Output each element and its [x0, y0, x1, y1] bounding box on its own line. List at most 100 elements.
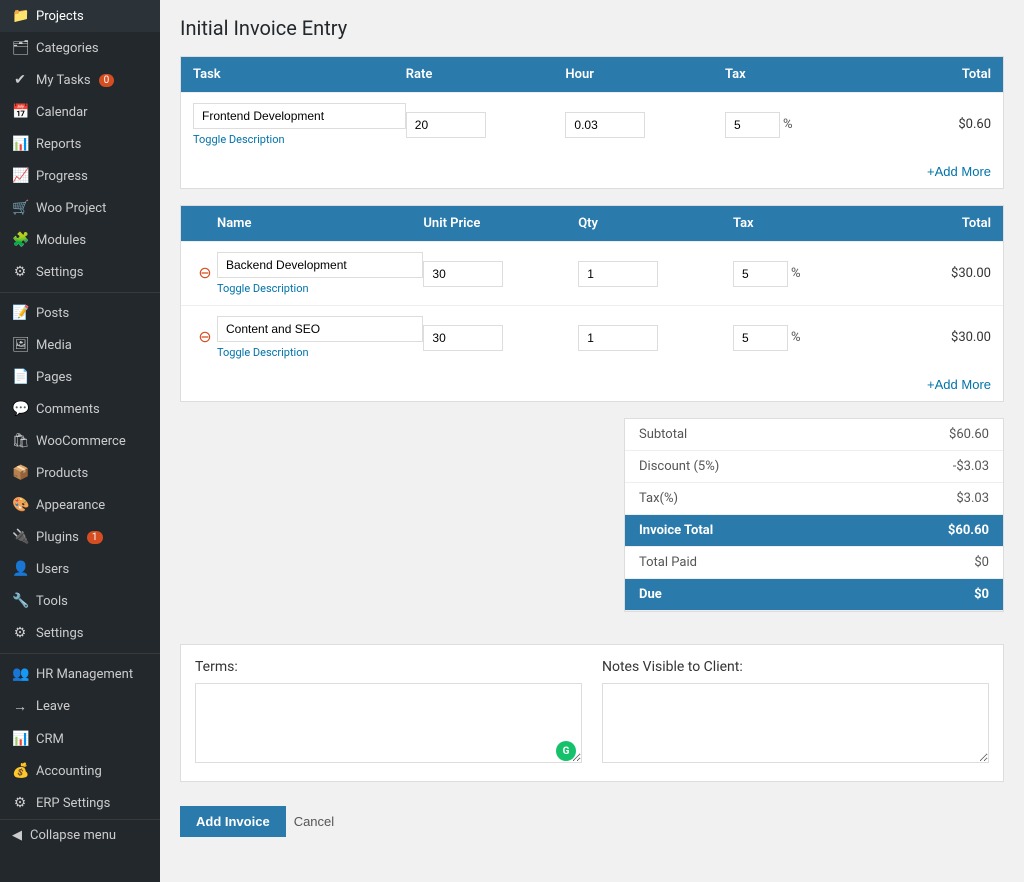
product-total-2: $30.00	[888, 330, 991, 345]
sidebar-item-pages[interactable]: 📄 Pages	[0, 361, 160, 393]
sidebar-item-users[interactable]: 👤 Users	[0, 553, 160, 585]
sidebar-item-media[interactable]: 🖼 Media	[0, 329, 160, 361]
tax-value: $3.03	[956, 491, 989, 506]
media-icon: 🖼	[12, 337, 28, 353]
tasks-table-header: Task Rate Hour Tax Total	[181, 57, 1003, 92]
product-unit-price-input-2[interactable]	[423, 325, 503, 351]
page-title: Initial Invoice Entry	[180, 16, 1004, 40]
product-qty-input-2[interactable]	[578, 325, 658, 351]
sidebar-item-plugins[interactable]: 🔌 Plugins 1	[0, 521, 160, 553]
sidebar-item-my-tasks[interactable]: ✔ My Tasks 0	[0, 64, 160, 96]
product-name-cell-1: Toggle Description	[217, 252, 423, 295]
add-invoice-button[interactable]: Add Invoice	[180, 806, 286, 837]
product-unit-price-input-1[interactable]	[423, 261, 503, 287]
users-icon: 👤	[12, 561, 28, 577]
notes-textarea[interactable]	[602, 683, 989, 763]
product-tax-input-1[interactable]	[733, 261, 788, 287]
reports-icon: 📊	[12, 136, 28, 152]
summary-invoice-total: Invoice Total $60.60	[625, 515, 1003, 547]
sidebar-item-erp-settings[interactable]: ⚙ ERP Settings	[0, 787, 160, 819]
toggle-description-link-2[interactable]: Toggle Description	[217, 346, 423, 359]
sidebar-item-posts[interactable]: 📝 Posts	[0, 297, 160, 329]
cancel-button[interactable]: Cancel	[294, 814, 334, 829]
sidebar-item-accounting[interactable]: 💰 Accounting	[0, 755, 160, 787]
products-col-total: Total	[888, 216, 991, 231]
products-col-qty: Qty	[578, 216, 733, 231]
product-unit-price-cell-1	[423, 261, 578, 287]
task-hour-input[interactable]	[565, 112, 645, 138]
crm-icon: 📊	[12, 731, 28, 747]
tasks-col-tax: Tax	[725, 67, 885, 82]
terms-textarea[interactable]	[195, 683, 582, 763]
terms-block: Terms: G	[195, 659, 582, 767]
subtotal-label: Subtotal	[639, 427, 687, 442]
product-qty-input-1[interactable]	[578, 261, 658, 287]
products-add-more-button[interactable]: +Add More	[927, 377, 991, 392]
task-tax-input[interactable]	[725, 112, 780, 138]
sidebar-item-crm[interactable]: 📊 CRM	[0, 723, 160, 755]
table-row: ⊖ Toggle Description % $30.00	[181, 305, 1003, 369]
sidebar-item-woocommerce[interactable]: 🛍 WooCommerce	[0, 425, 160, 457]
sidebar-item-hr-management[interactable]: 👥 HR Management	[0, 658, 160, 690]
woocommerce-icon: 🛍	[12, 433, 28, 449]
sidebar-item-settings[interactable]: ⚙ Settings	[0, 617, 160, 649]
form-footer: Add Invoice Cancel	[180, 798, 1004, 845]
product-tax-pct-1: %	[791, 266, 801, 281]
erp-settings-icon: ⚙	[12, 795, 28, 811]
sidebar-item-reports[interactable]: 📊 Reports	[0, 128, 160, 160]
sidebar-item-modules[interactable]: 🧩 Modules	[0, 224, 160, 256]
discount-value: -$3.03	[953, 459, 989, 474]
toggle-description-link[interactable]: Toggle Description	[193, 133, 406, 146]
notes-textarea-wrapper	[602, 683, 989, 767]
grammarly-icon: G	[556, 741, 576, 761]
remove-row-1-button[interactable]: ⊖	[193, 266, 217, 282]
products-icon: 📦	[12, 465, 28, 481]
product-tax-input-2[interactable]	[733, 325, 788, 351]
products-table-header: Name Unit Price Qty Tax Total	[181, 206, 1003, 241]
tasks-table-section: Task Rate Hour Tax Total Toggle Descript…	[180, 56, 1004, 189]
product-name-input-2[interactable]	[217, 316, 423, 342]
toggle-description-link-1[interactable]: Toggle Description	[217, 282, 423, 295]
sidebar-item-woo-project[interactable]: 🛒 Woo Project	[0, 192, 160, 224]
remove-row-2-button[interactable]: ⊖	[193, 330, 217, 346]
due-value: $0	[974, 587, 989, 602]
products-col-tax: Tax	[733, 216, 888, 231]
collapse-menu[interactable]: ◀ Collapse menu	[0, 819, 160, 851]
sidebar-divider-2	[0, 653, 160, 654]
tools-icon: 🔧	[12, 593, 28, 609]
notes-block: Notes Visible to Client:	[602, 659, 989, 767]
categories-icon: 🗂	[12, 40, 28, 56]
sidebar-item-appearance[interactable]: 🎨 Appearance	[0, 489, 160, 521]
sidebar-item-comments[interactable]: 💬 Comments	[0, 393, 160, 425]
tasks-add-more-button[interactable]: +Add More	[927, 164, 991, 179]
sidebar-item-settings-proj[interactable]: ⚙ Settings	[0, 256, 160, 288]
product-unit-price-cell-2	[423, 325, 578, 351]
discount-label: Discount (5%)	[639, 459, 719, 474]
progress-icon: 📈	[12, 168, 28, 184]
accounting-icon: 💰	[12, 763, 28, 779]
products-col-unit-price: Unit Price	[423, 216, 578, 231]
product-qty-cell-1	[578, 261, 733, 287]
sidebar-item-calendar[interactable]: 📅 Calendar	[0, 96, 160, 128]
tasks-col-hour: Hour	[565, 67, 725, 82]
sidebar-item-progress[interactable]: 📈 Progress	[0, 160, 160, 192]
posts-icon: 📝	[12, 305, 28, 321]
sidebar-item-projects[interactable]: 📁 Projects	[0, 0, 160, 32]
settings-proj-icon: ⚙	[12, 264, 28, 280]
calendar-icon: 📅	[12, 104, 28, 120]
sidebar-item-categories[interactable]: 🗂 Categories	[0, 32, 160, 64]
summary-discount: Discount (5%) -$3.03	[625, 451, 1003, 483]
product-total-1: $30.00	[888, 266, 991, 281]
task-name-input[interactable]	[193, 103, 406, 129]
sidebar-item-leave[interactable]: → Leave	[0, 690, 160, 723]
task-rate-input[interactable]	[406, 112, 486, 138]
products-col-name: Name	[217, 216, 423, 231]
products-col-remove-header	[193, 216, 217, 231]
woo-project-icon: 🛒	[12, 200, 28, 216]
tax-label: Tax(%)	[639, 491, 678, 506]
tasks-col-rate: Rate	[406, 67, 566, 82]
product-name-input-1[interactable]	[217, 252, 423, 278]
sidebar-item-products[interactable]: 📦 Products	[0, 457, 160, 489]
sidebar-item-tools[interactable]: 🔧 Tools	[0, 585, 160, 617]
hr-icon: 👥	[12, 666, 28, 682]
